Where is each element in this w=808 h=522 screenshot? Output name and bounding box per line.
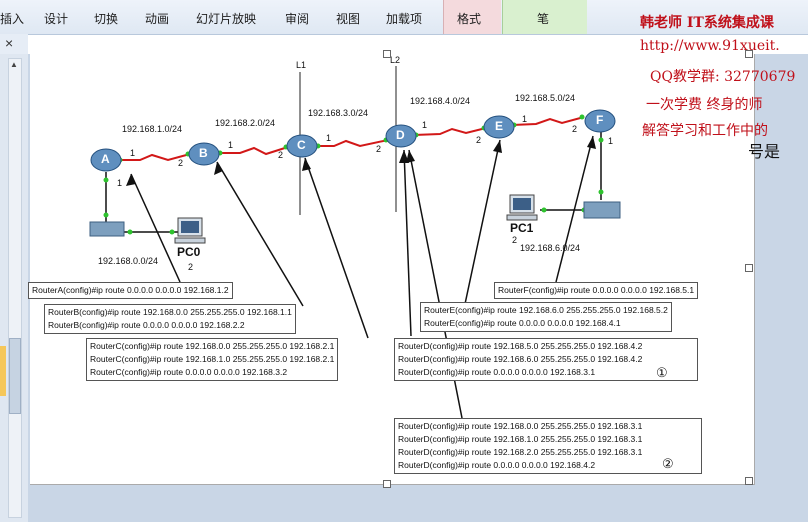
router-e-label: E [495,119,504,133]
switch-icon [89,221,125,237]
network-0-label: 192.168.0.0/24 [98,256,159,266]
config-line: RouterD(config)#ip route 192.168.1.0 255… [398,434,643,444]
config-line: RouterB(config)#ip route 0.0.0.0 0.0.0.0… [48,320,245,330]
config-line: RouterD(config)#ip route 192.168.2.0 255… [398,447,643,457]
network-4-label: 192.168.4.0/24 [410,96,471,106]
port-label: 2 [376,144,382,154]
port-label: 1 [326,133,332,143]
resize-handle[interactable] [745,50,753,58]
routerf-config-box: RouterF(config)#ip route 0.0.0.0 0.0.0.0… [494,282,699,299]
pc1-label: PC1 [510,221,534,235]
routerd-config-box-2: RouterD(config)#ip route 192.168.0.0 255… [394,418,702,474]
port-label: 1 [130,148,136,158]
pc0-label: PC0 [177,245,201,259]
routere-config-box: RouterE(config)#ip route 192.168.6.0 255… [420,302,672,332]
network-1-label: 192.168.1.0/24 [122,124,183,134]
port-label: 2 [512,235,518,245]
config-line: RouterE(config)#ip route 0.0.0.0 0.0.0.0… [424,318,621,328]
config-line: RouterE(config)#ip route 192.168.6.0 255… [424,305,668,315]
config-line: RouterD(config)#ip route 0.0.0.0 0.0.0.0… [398,367,596,377]
config-line: RouterA(config)#ip route 0.0.0.0 0.0.0.0… [32,285,229,295]
pc-icon [174,217,206,244]
resize-handle[interactable] [745,477,753,485]
network-2-label: 192.168.2.0/24 [215,118,276,128]
config-line: RouterD(config)#ip route 192.168.0.0 255… [398,421,643,431]
network-3-label: 192.168.3.0/24 [308,108,369,118]
line-l2-label: L2 [390,55,401,65]
pc-icon [506,194,538,221]
port-label: 2 [476,135,482,145]
config-line: RouterC(config)#ip route 192.168.0.0 255… [90,341,335,351]
router-f-label: F [596,113,604,127]
marker-two: ② [662,456,674,471]
config-line: RouterD(config)#ip route 0.0.0.0 0.0.0.0… [398,460,596,470]
config-line: RouterD(config)#ip route 192.168.5.0 255… [398,341,643,351]
marker-one: ① [656,365,668,380]
port-label: 1 [608,136,614,146]
router-c-label: C [297,138,306,152]
routerd-config-box-1: RouterD(config)#ip route 192.168.5.0 255… [394,338,698,381]
port-label: 1 [422,120,428,130]
config-line: RouterD(config)#ip route 192.168.6.0 255… [398,354,643,364]
routerc-config-box: RouterC(config)#ip route 192.168.0.0 255… [86,338,339,381]
port-label: 2 [178,158,184,168]
line-l1-label: L1 [296,60,307,70]
router-icon [90,109,616,172]
resize-handle[interactable] [383,50,391,58]
network-5-label: 192.168.5.0/24 [515,93,576,103]
port-label: 2 [278,150,284,160]
resize-handle[interactable] [745,264,753,272]
port-label: 1 [117,178,123,188]
config-line: RouterB(config)#ip route 192.168.0.0 255… [48,307,292,317]
config-line: RouterC(config)#ip route 192.168.1.0 255… [90,354,335,364]
switch-icon [583,201,621,219]
router-d-label: D [396,128,405,142]
resize-handle[interactable] [383,480,391,488]
router-a-label: A [101,152,110,166]
config-line: RouterC(config)#ip route 0.0.0.0 0.0.0.0… [90,367,288,377]
port-label: 2 [572,124,578,134]
port-label: 2 [188,262,194,272]
router-b-label: B [199,146,208,160]
port-label: 1 [228,140,234,150]
network-6-label: 192.168.6.0/24 [520,243,581,253]
port-label: 1 [522,114,528,124]
config-line: RouterF(config)#ip route 0.0.0.0 0.0.0.0… [498,285,695,295]
routerb-config-box: RouterB(config)#ip route 192.168.0.0 255… [44,304,296,334]
routera-config-box: RouterA(config)#ip route 0.0.0.0 0.0.0.0… [28,282,233,299]
